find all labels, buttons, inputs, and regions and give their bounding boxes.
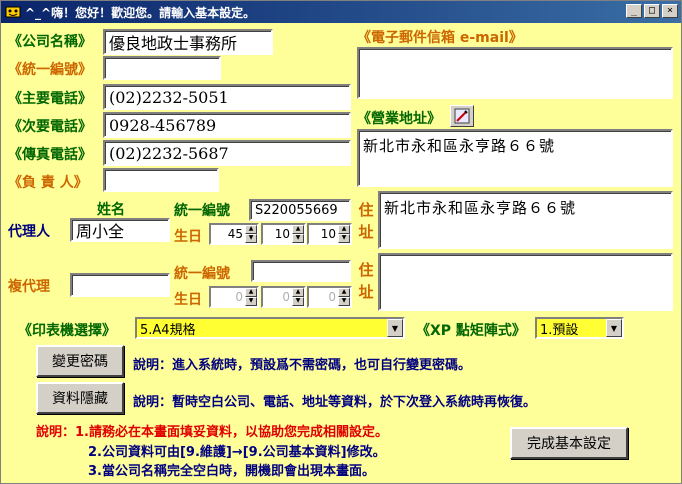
company-name-field[interactable]: 優良地政士事務所	[103, 29, 273, 55]
co-agent-address-field[interactable]	[378, 253, 673, 311]
agent-id-field[interactable]: S220055669	[249, 199, 351, 221]
co-agent-birth-year[interactable]: 0 ▲ ▼	[209, 286, 259, 308]
agent-address-label-2: 址	[358, 223, 374, 241]
agent-id-label: 統一編號	[174, 203, 230, 219]
business-address-field[interactable]: 新北市永和區永亨路６６號	[357, 129, 673, 187]
agent-name-header: 姓名	[97, 202, 125, 218]
chevron-down-icon[interactable]: ▼	[606, 319, 622, 337]
title-bar: ^_^嗨！您好！歡迎您。請輸入基本設定。 _ □ ×	[1, 1, 681, 23]
co-agent-birth-day[interactable]: 0 ▲ ▼	[307, 286, 352, 308]
agent-address-field[interactable]: 新北市永和區永亨路６６號	[378, 191, 673, 249]
co-agent-address-label-1: 住	[358, 261, 374, 279]
owner-field[interactable]	[103, 168, 219, 192]
phone-alt-label: 《次要電話》	[8, 119, 92, 135]
agent-birth-label: 生日	[174, 229, 202, 245]
co-agent-label: 複代理	[8, 279, 50, 295]
co-agent-name-field[interactable]	[70, 273, 170, 297]
fax-label: 《傳真電話》	[8, 147, 92, 163]
agent-address-label-1: 住	[358, 201, 374, 219]
agent-birth-day[interactable]: 10 ▲ ▼	[307, 223, 352, 245]
finish-setup-button[interactable]: 完成基本設定	[510, 427, 628, 459]
printer-select[interactable]: 5.A4規格 ▼	[135, 317, 405, 339]
fax-field[interactable]: (02)2232-5687	[103, 140, 351, 166]
phone-main-field[interactable]: (02)2232-5051	[103, 84, 351, 110]
co-agent-birth-month[interactable]: 0 ▲ ▼	[261, 286, 306, 308]
minimize-button[interactable]: _	[626, 4, 642, 18]
setup-window: ^_^嗨！您好！歡迎您。請輸入基本設定。 _ □ × 《公司名稱》 優良地政士事…	[0, 0, 682, 484]
agent-birth-year[interactable]: 45 ▲ ▼	[209, 223, 259, 245]
note-line-2: 2.公司資料可由[9.維護]→[9.公司基本資料]修改。	[88, 445, 386, 460]
hide-data-note: 說明：暫時空白公司、電話、地址等資料，於下次登入系統時再恢復。	[133, 395, 537, 410]
pen-icon[interactable]	[450, 105, 474, 127]
agent-label: 代理人	[8, 224, 50, 240]
printer-label: 《印表機選擇》	[18, 323, 116, 339]
app-icon	[4, 4, 22, 20]
email-field[interactable]	[357, 47, 673, 99]
change-password-button[interactable]: 變更密碼	[36, 345, 124, 377]
phone-main-label: 《主要電話》	[8, 91, 92, 107]
co-agent-birth-label: 生日	[174, 292, 202, 308]
tax-id-field[interactable]	[103, 56, 221, 80]
note-line-1: 說明：1.請務必在本畫面填妥資料，以協助您完成相關設定。	[36, 425, 388, 440]
close-button[interactable]: ×	[662, 4, 678, 18]
tax-id-label: 《統一編號》	[8, 62, 92, 78]
window-title: ^_^嗨！您好！歡迎您。請輸入基本設定。	[25, 5, 256, 20]
maximize-button[interactable]: □	[644, 4, 660, 18]
agent-birth-month[interactable]: 10 ▲ ▼	[261, 223, 306, 245]
form-area: 《公司名稱》 優良地政士事務所 《統一編號》 《主要電話》 (02)2232-5…	[2, 23, 680, 483]
xp-dotmatrix-label: 《XP 點矩陣式》	[416, 323, 526, 339]
owner-label: 《負 責 人》	[8, 175, 88, 191]
chevron-down-icon[interactable]: ▼	[387, 319, 403, 337]
xp-dotmatrix-select[interactable]: 1.預設 ▼	[535, 317, 624, 339]
hide-data-button[interactable]: 資料隱藏	[36, 382, 124, 414]
note-line-3: 3.當公司名稱完全空白時，開機即會出現本畫面。	[88, 464, 375, 479]
change-password-note: 說明：進入系統時，預設爲不需密碼，也可自行變更密碼。	[133, 358, 472, 373]
co-agent-id-label: 統一編號	[174, 266, 230, 282]
phone-alt-field[interactable]: 0928-456789	[103, 112, 351, 138]
company-name-label: 《公司名稱》	[8, 34, 92, 50]
agent-name-field[interactable]: 周小全	[70, 218, 170, 242]
email-label: 《電子郵件信箱 e-mail》	[357, 30, 523, 46]
business-address-label: 《營業地址》	[357, 111, 441, 127]
co-agent-address-label-2: 址	[358, 283, 374, 301]
co-agent-id-field[interactable]	[251, 260, 351, 282]
